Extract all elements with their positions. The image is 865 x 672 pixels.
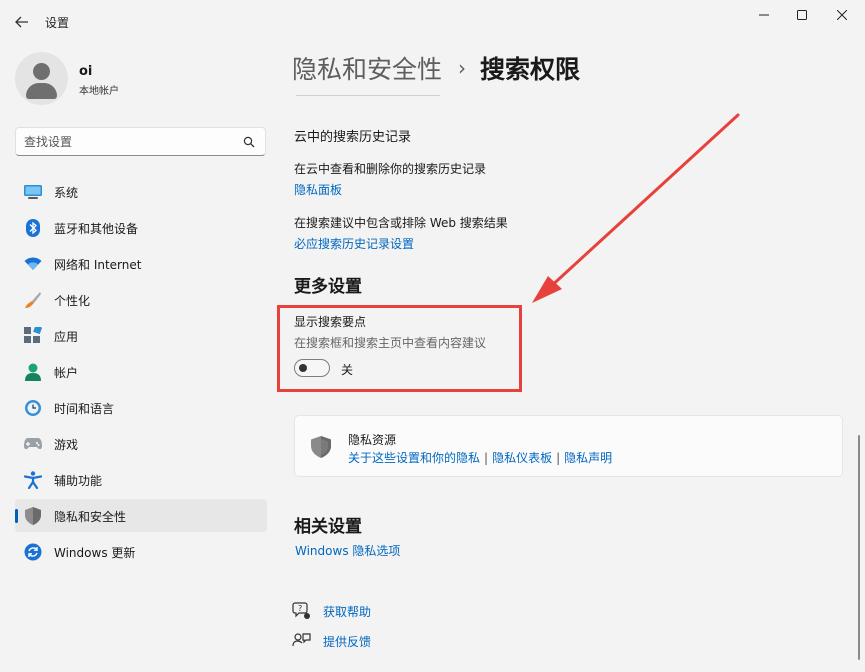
link-separator: | (484, 451, 489, 465)
account-icon (24, 363, 42, 381)
privacy-resources-title: 隐私资源 (348, 433, 397, 447)
help-chat-icon: ? (292, 602, 310, 619)
close-icon (837, 10, 847, 20)
apps-icon (24, 327, 42, 345)
maximize-button[interactable] (784, 4, 820, 26)
sidebar-item-system[interactable]: 系统 (15, 175, 267, 208)
system-icon (24, 183, 42, 201)
sidebar-item-time-language[interactable]: 时间和语言 (15, 391, 267, 424)
page-title: 搜索权限 (480, 55, 581, 84)
breadcrumb-separator: › (458, 56, 467, 80)
avatar-head (33, 63, 50, 80)
maximize-icon (797, 10, 807, 20)
close-button[interactable] (824, 4, 860, 26)
shield-icon (24, 507, 42, 525)
about-settings-privacy-link[interactable]: 关于这些设置和你的隐私 (348, 451, 480, 465)
sidebar-item-label: 蓝牙和其他设备 (54, 222, 139, 236)
clock-globe-icon (24, 399, 42, 417)
active-indicator (15, 509, 18, 523)
accessibility-icon (24, 471, 42, 489)
sidebar-item-label: 时间和语言 (54, 402, 115, 416)
sidebar-item-accounts[interactable]: 帐户 (15, 355, 267, 388)
update-icon (24, 543, 42, 561)
sidebar-item-label: 隐私和安全性 (54, 510, 127, 524)
title-bar: 设置 (0, 0, 865, 44)
get-help-item[interactable]: ? 获取帮助 (292, 601, 371, 621)
sidebar-item-label: Windows 更新 (54, 546, 136, 560)
annotation-arrow (532, 113, 740, 303)
minimize-icon (759, 14, 769, 16)
search-icon[interactable] (243, 136, 255, 148)
header-divider (296, 95, 440, 96)
sidebar-item-bluetooth[interactable]: 蓝牙和其他设备 (15, 211, 267, 244)
privacy-statement-link[interactable]: 隐私声明 (564, 451, 612, 465)
get-help-label[interactable]: 获取帮助 (323, 603, 371, 620)
svg-text:?: ? (298, 604, 302, 613)
bing-history-settings-link[interactable]: 必应搜索历史记录设置 (294, 235, 414, 252)
sidebar-item-gaming[interactable]: 游戏 (15, 427, 267, 460)
back-button[interactable] (10, 10, 34, 34)
avatar (15, 52, 68, 105)
web-results-text: 在搜索建议中包含或排除 Web 搜索结果 (294, 216, 508, 230)
windows-privacy-options-link[interactable]: Windows 隐私选项 (295, 542, 400, 559)
bluetooth-icon (24, 219, 42, 237)
privacy-resources-card: 隐私资源 关于这些设置和你的隐私 | 隐私仪表板 | 隐私声明 (294, 415, 843, 477)
sidebar-item-accessibility[interactable]: 辅助功能 (15, 463, 267, 496)
wifi-icon (24, 255, 42, 273)
arrow-left-icon (15, 16, 28, 28)
sidebar-item-label: 应用 (54, 330, 79, 344)
user-name: oi (79, 64, 93, 79)
give-feedback-label[interactable]: 提供反馈 (323, 633, 371, 650)
feedback-icon (292, 633, 311, 647)
gamepad-icon (24, 435, 42, 453)
sidebar-item-label: 游戏 (54, 438, 79, 452)
sidebar-item-label: 辅助功能 (54, 474, 103, 488)
minimize-button[interactable] (746, 4, 782, 26)
privacy-resources-links: 关于这些设置和你的隐私 | 隐私仪表板 | 隐私声明 (348, 449, 612, 466)
search-box[interactable] (15, 127, 266, 156)
link-separator: | (556, 451, 561, 465)
search-input[interactable] (24, 133, 234, 151)
cloud-history-view-text: 在云中查看和删除你的搜索历史记录 (294, 162, 487, 176)
sidebar-item-label: 系统 (54, 186, 79, 200)
avatar-body (26, 83, 57, 99)
give-feedback-item[interactable]: 提供反馈 (292, 631, 371, 651)
breadcrumb-parent[interactable]: 隐私和安全性 (292, 50, 442, 86)
sidebar-item-label: 帐户 (54, 366, 79, 380)
shield-icon (311, 436, 331, 458)
privacy-dashboard-link[interactable]: 隐私面板 (294, 181, 342, 198)
sidebar-item-privacy-security[interactable]: 隐私和安全性 (15, 499, 267, 532)
sidebar-item-label: 个性化 (54, 294, 91, 308)
sidebar-item-label: 网络和 Internet (54, 258, 142, 272)
sidebar-item-personalization[interactable]: 个性化 (15, 283, 267, 316)
sidebar-item-network[interactable]: 网络和 Internet (15, 247, 267, 280)
sidebar-nav: 系统 蓝牙和其他设备 网络和 Internet 个性化 应用 帐户 时间和语言 … (0, 175, 275, 571)
scrollbar[interactable] (858, 435, 860, 660)
more-settings-heading: 更多设置 (294, 277, 362, 297)
account-type: 本地帐户 (79, 86, 119, 97)
sidebar-item-windows-update[interactable]: Windows 更新 (15, 535, 267, 568)
cloud-history-heading: 云中的搜索历史记录 (294, 130, 412, 145)
sidebar-item-apps[interactable]: 应用 (15, 319, 267, 352)
brush-icon (24, 291, 42, 309)
annotation-highlight-box (277, 305, 522, 392)
privacy-dashboard-card-link[interactable]: 隐私仪表板 (492, 451, 552, 465)
app-title: 设置 (45, 16, 70, 30)
user-profile[interactable]: oi 本地帐户 (15, 52, 265, 108)
related-settings-heading: 相关设置 (294, 517, 362, 537)
breadcrumb: 隐私和安全性 › 搜索权限 (292, 50, 580, 86)
